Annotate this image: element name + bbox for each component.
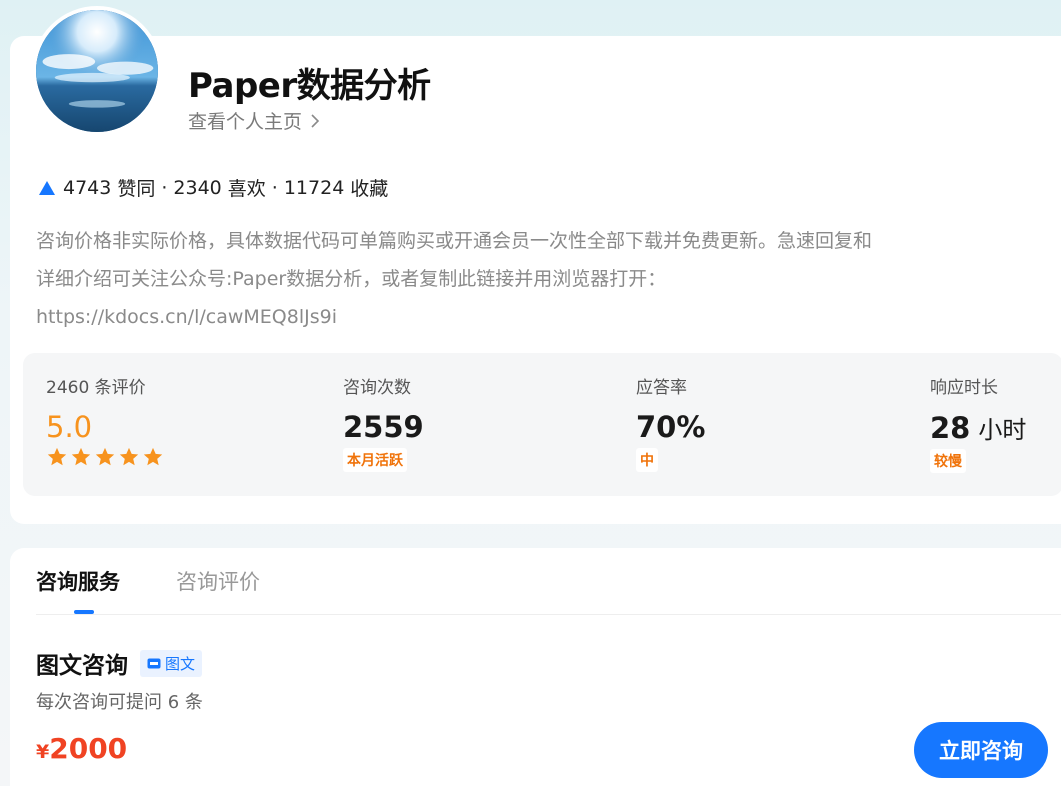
metric-label: 咨询次数 — [343, 378, 411, 398]
like-label: 喜欢 — [227, 178, 266, 200]
tab-bar: 咨询服务 咨询评价 — [36, 566, 260, 596]
collect-count: 11724 — [283, 176, 345, 199]
star-icon — [143, 447, 163, 466]
service-title: 图文咨询 图文 — [36, 646, 203, 680]
service-description: 每次咨询可提问 6 条 — [36, 692, 203, 713]
service-price: ¥2000 — [36, 732, 127, 765]
profile-name: Paper数据分析 — [188, 66, 431, 106]
metric-label: 应答率 — [636, 378, 687, 398]
star-icon — [95, 447, 115, 466]
like-count: 2340 — [173, 176, 222, 199]
view-homepage-link[interactable]: 查看个人主页 — [188, 107, 322, 134]
separator: · — [161, 176, 168, 199]
rating-value: 5.0 — [46, 410, 93, 444]
intro-link: https://kdocs.cn/l/cawMEQ8lJs9i — [36, 306, 337, 328]
tab-consult-reviews[interactable]: 咨询评价 — [176, 566, 260, 596]
separator: · — [271, 176, 278, 199]
intro-line: 咨询价格非实际价格，具体数据代码可单篇购买或开通会员一次性全部下载并免费更新。急… — [36, 230, 873, 252]
status-badge: 本月活跃 — [343, 448, 407, 472]
service-badge-label: 图文 — [165, 654, 196, 673]
service-type-badge: 图文 — [140, 649, 203, 677]
star-icon — [47, 447, 67, 466]
metric-value: 28 小时 — [930, 410, 1026, 445]
response-time-unit: 小时 — [978, 416, 1027, 444]
agree-label: 赞同 — [117, 178, 156, 200]
image-icon — [147, 658, 161, 668]
rating-stars — [46, 446, 164, 468]
chevron-right-icon — [311, 113, 320, 128]
star-icon — [119, 447, 139, 466]
agree-count: 4743 — [63, 176, 112, 199]
avatar-image — [36, 10, 158, 132]
divider — [36, 614, 1061, 615]
star-icon — [71, 447, 91, 466]
service-card: 咨询服务 咨询评价 图文咨询 图文 每次咨询可提问 6 条 ¥2000 立即咨询 — [10, 548, 1061, 786]
metric-consults: 咨询次数 2559 本月活跃 — [343, 373, 424, 472]
status-badge: 较慢 — [930, 449, 966, 473]
tab-consult-service[interactable]: 咨询服务 — [36, 566, 120, 596]
metric-response-rate: 应答率 70% 中 — [636, 373, 705, 472]
price-amount: 2000 — [49, 732, 128, 765]
profile-intro: 咨询价格非实际价格，具体数据代码可单篇购买或开通会员一次性全部下载并免费更新。急… — [36, 222, 1036, 336]
metric-label: 2460 条评价 — [46, 378, 146, 398]
metric-value: 2559 — [343, 410, 424, 444]
service-title-text: 图文咨询 — [36, 653, 128, 679]
response-time-value: 28 — [930, 411, 971, 445]
collect-label: 收藏 — [350, 178, 389, 200]
metric-value: 70% — [636, 410, 706, 444]
metrics-panel: 2460 条评价 5.0 咨询次数 2559 本月活跃 应答率 70% 中 响应… — [23, 353, 1061, 496]
profile-stats: 4743 赞同 · 2340 喜欢 · 11724 收藏 — [37, 174, 388, 201]
status-badge: 中 — [636, 448, 658, 472]
avatar[interactable] — [32, 6, 162, 136]
metric-label: 响应时长 — [930, 378, 998, 398]
consult-now-button[interactable]: 立即咨询 — [914, 722, 1048, 778]
currency-symbol: ¥ — [36, 741, 50, 763]
metric-reviews[interactable]: 2460 条评价 5.0 — [46, 373, 164, 468]
intro-line: 详细介绍可关注公众号:Paper数据分析，或者复制此链接并用浏览器打开： — [36, 268, 667, 290]
metric-response-time: 响应时长 28 小时 较慢 — [930, 373, 1026, 473]
agree-triangle-icon — [39, 180, 55, 195]
homepage-link-label: 查看个人主页 — [188, 111, 303, 133]
